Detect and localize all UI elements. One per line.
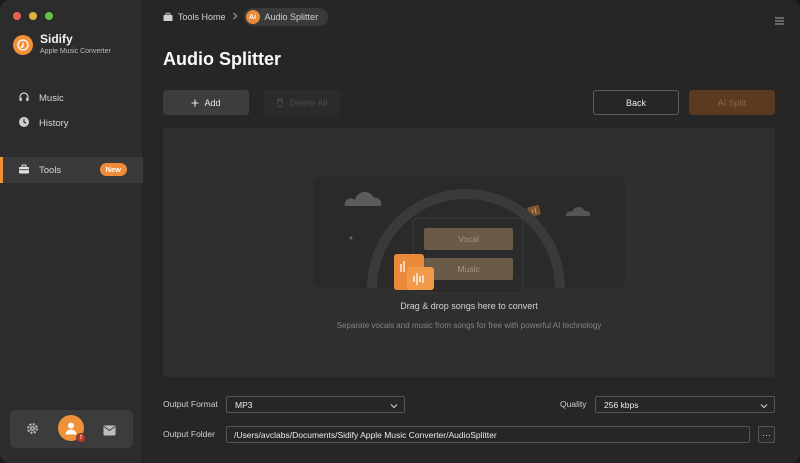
new-badge: New [99, 163, 127, 176]
avatar[interactable]: ! [58, 415, 86, 443]
window-controls [13, 12, 53, 20]
breadcrumb-home-label: Tools Home [178, 12, 226, 22]
mail-icon[interactable] [103, 423, 116, 441]
sidebar-item-label: Tools [39, 164, 62, 176]
output-format-label: Output Format [163, 399, 218, 409]
toolbox-icon [163, 12, 173, 21]
toolbox-icon [18, 163, 30, 178]
app-window: Sidify Apple Music Converter Music Histo… [0, 0, 800, 463]
sidebar-bottom-bar: ! [10, 410, 133, 448]
drop-zone[interactable]: Vocal Music Drag & drop songs here to co… [163, 128, 775, 377]
add-label: Add [204, 97, 221, 108]
vocal-label: Vocal [458, 234, 479, 244]
brand-name: Sidify [40, 32, 73, 46]
browse-folder-button[interactable]: ··· [758, 426, 775, 443]
user-icon [65, 422, 77, 435]
trash-icon [277, 98, 284, 107]
output-format-value: MP3 [235, 399, 253, 410]
chevron-down-icon [390, 401, 398, 411]
output-folder-label: Output Folder [163, 429, 215, 439]
zoom-window-button[interactable] [45, 12, 53, 20]
brand-subtitle: Apple Music Converter [40, 48, 111, 55]
drop-illustration [313, 176, 625, 294]
sidify-logo-icon [13, 35, 33, 55]
chevron-right-icon [232, 12, 238, 22]
sidebar: Sidify Apple Music Converter Music Histo… [0, 0, 143, 463]
brand: Sidify Apple Music Converter [13, 33, 111, 57]
sidebar-item-label: Music [39, 92, 64, 104]
gear-icon[interactable] [26, 422, 39, 440]
ai-icon: Ai [245, 10, 260, 24]
page-title: Audio Splitter [163, 49, 281, 69]
quality-select[interactable]: 256 kbps [595, 396, 775, 413]
close-window-button[interactable] [13, 12, 21, 20]
quality-label: Quality [560, 399, 587, 409]
breadcrumb-current-label: Audio Splitter [264, 12, 319, 22]
sidebar-item-label: History [39, 117, 69, 129]
avatar-status-badge: ! [76, 433, 86, 443]
sidebar-item-history[interactable]: History [0, 110, 143, 136]
drop-title: Drag & drop songs here to convert [400, 301, 538, 311]
minimize-window-button[interactable] [29, 12, 37, 20]
ai-split-button[interactable]: AI Split [689, 90, 775, 115]
sidebar-item-tools[interactable]: Tools New [0, 157, 143, 183]
delete-all-button[interactable]: Delete All [264, 90, 340, 115]
breadcrumb-tools-home[interactable]: Tools Home [163, 8, 226, 26]
headphones-icon [18, 91, 30, 106]
output-folder-field[interactable]: /Users/avclabs/Documents/Sidify Apple Mu… [226, 426, 750, 443]
delete-all-label: Delete All [289, 97, 328, 108]
music-label: Music [457, 264, 480, 274]
add-button[interactable]: Add [163, 90, 249, 115]
breadcrumb: Tools Home Ai Audio Splitter [163, 8, 329, 26]
plus-icon [191, 99, 199, 106]
back-button[interactable]: Back [593, 90, 679, 115]
clock-icon [18, 116, 30, 131]
chevron-down-icon [760, 401, 768, 411]
sidebar-item-music[interactable]: Music [0, 85, 143, 111]
output-format-select[interactable]: MP3 [226, 396, 405, 413]
breadcrumb-current: Ai Audio Splitter [243, 8, 329, 26]
menu-icon[interactable] [775, 12, 784, 30]
quality-value: 256 kbps [604, 399, 639, 410]
main-content: Tools Home Ai Audio Splitter Audio Split… [143, 0, 800, 463]
drop-subtitle: Separate vocals and music from songs for… [336, 321, 602, 330]
